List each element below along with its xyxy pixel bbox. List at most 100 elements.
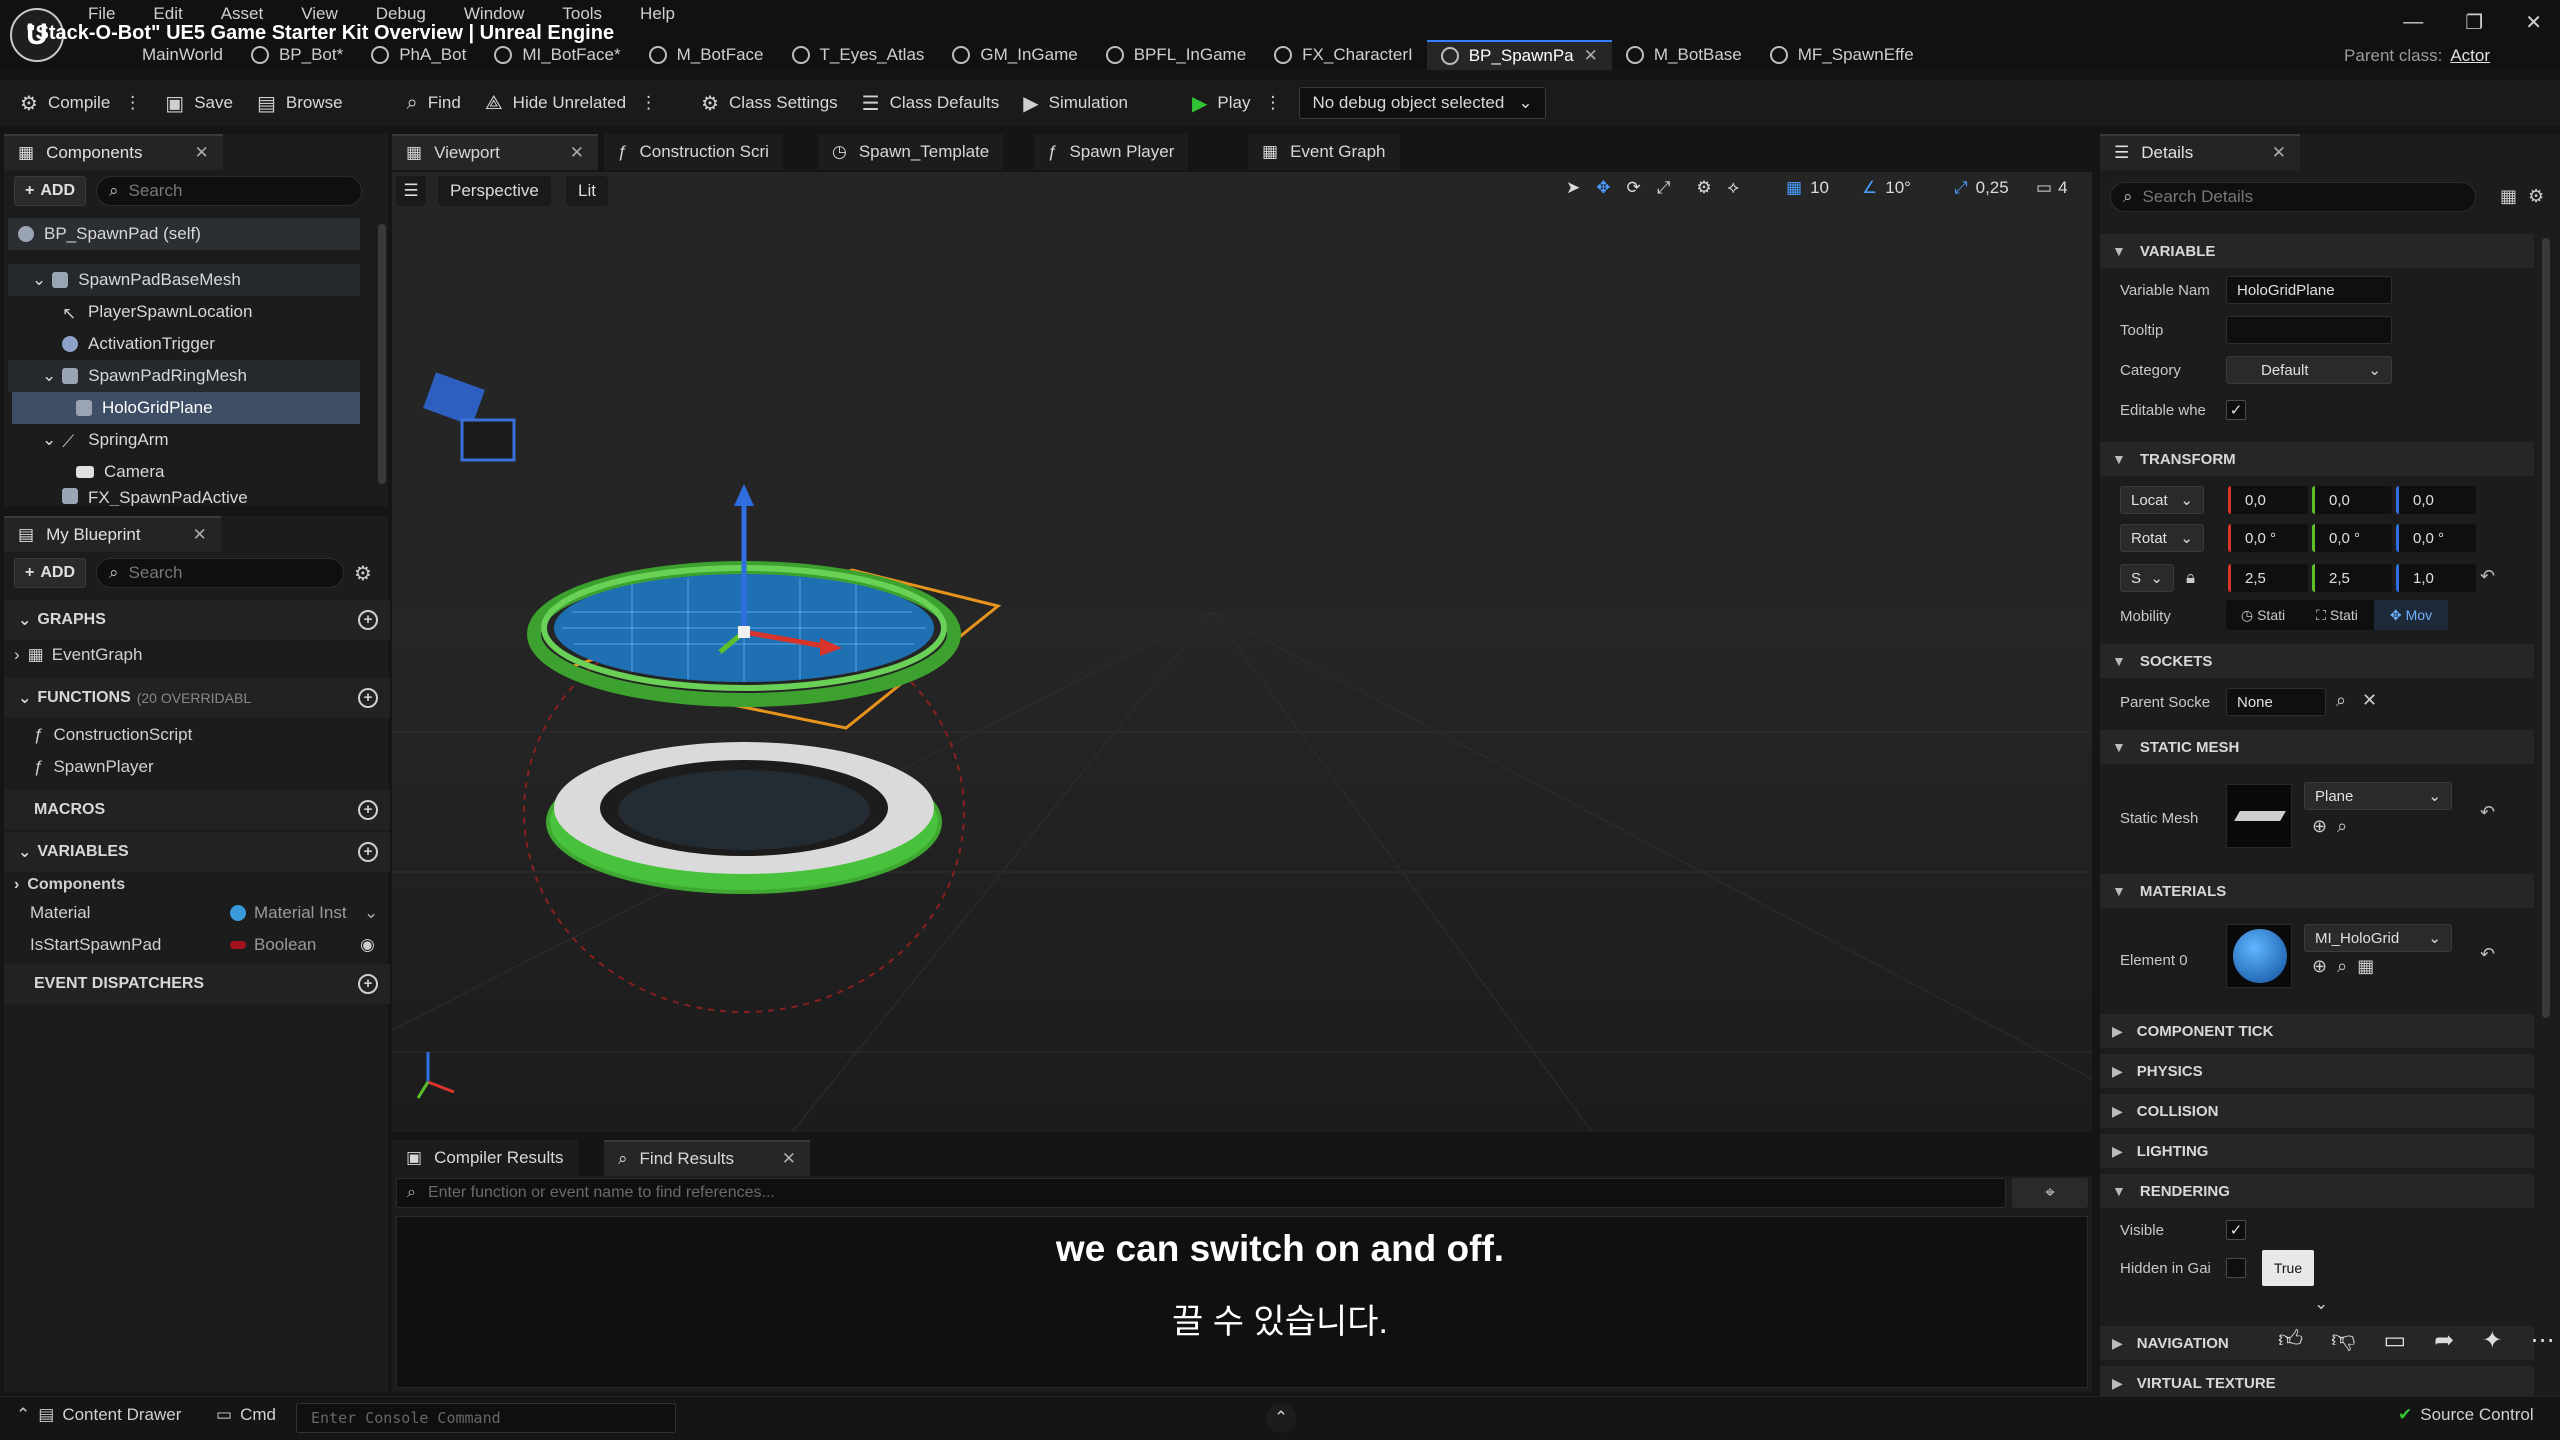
tab-viewport[interactable]: ▦ Viewport ✕	[392, 134, 598, 170]
lighting-section[interactable]: ▶ LIGHTING	[2100, 1134, 2534, 1168]
add-function-icon[interactable]: +	[358, 688, 378, 708]
camera-speed-button[interactable]: ▭ 4	[2036, 178, 2068, 198]
menu-view[interactable]: View	[301, 4, 338, 24]
doc-tab-mf-spawneffect[interactable]: MF_SpawnEffe	[1756, 40, 1928, 70]
doc-tab-t-eyes-atlas[interactable]: T_Eyes_Atlas	[778, 40, 939, 70]
lit-mode-button[interactable]: Lit	[566, 176, 608, 206]
rotation-z-field[interactable]: 0,0 °	[2396, 524, 2476, 552]
close-window-icon[interactable]: ✕	[2525, 10, 2542, 35]
translate-mode-icon[interactable]: ✥	[1596, 178, 1610, 198]
add-component-button[interactable]: + ADD	[14, 176, 87, 206]
expand-icon[interactable]: ⌄	[32, 270, 46, 290]
tooltip-field[interactable]	[2226, 316, 2392, 344]
select-mode-icon[interactable]: ➤	[1566, 178, 1580, 198]
static-mesh-thumbnail[interactable]	[2226, 784, 2292, 848]
browse-asset-icon[interactable]: ⌕	[2337, 956, 2347, 977]
variable-category-components[interactable]: › Components	[14, 870, 125, 900]
gear-icon[interactable]: ⚙	[2528, 186, 2544, 207]
parent-class-link[interactable]: Actor	[2450, 46, 2490, 65]
more-options-icon[interactable]: ⋯	[2530, 1326, 2554, 1355]
comment-icon[interactable]: ▭	[2383, 1326, 2406, 1355]
physics-section[interactable]: ▶ PHYSICS	[2100, 1054, 2534, 1088]
parent-socket-field[interactable]: None	[2226, 688, 2326, 716]
lock-icon[interactable]: 🔒︎	[2186, 568, 2195, 588]
materials-section[interactable]: ▼ MATERIALS	[2100, 874, 2534, 908]
share-icon[interactable]: ➦	[2434, 1326, 2454, 1355]
minimize-icon[interactable]: —	[2403, 11, 2423, 34]
rotation-mode-dropdown[interactable]: Rotat ⌄	[2120, 524, 2204, 552]
reset-to-default-icon[interactable]: ↶	[2480, 944, 2495, 965]
component-hologridplane[interactable]: HoloGridPlane	[12, 392, 360, 424]
tab-event-graph[interactable]: ▦ Event Graph	[1248, 134, 1400, 170]
menu-debug[interactable]: Debug	[376, 4, 426, 24]
close-icon[interactable]: ✕	[193, 525, 207, 545]
mobility-stationary-option[interactable]: ⛶ Stati	[2300, 600, 2374, 630]
use-selected-icon[interactable]: ⊕	[2312, 956, 2327, 977]
browse-button[interactable]: ▤ Browse	[245, 80, 355, 126]
menu-edit[interactable]: Edit	[153, 4, 182, 24]
material-slots-icon[interactable]: ▦	[2357, 956, 2374, 977]
category-dropdown[interactable]: Default ⌄	[2226, 356, 2392, 384]
sockets-section[interactable]: ▼ SOCKETS	[2100, 644, 2534, 678]
details-tab[interactable]: ☰ Details ✕	[2100, 134, 2300, 170]
component-spawnpadringmesh[interactable]: ⌄ SpawnPadRingMesh	[8, 360, 360, 392]
rotation-x-field[interactable]: 0,0 °	[2228, 524, 2308, 552]
transform-section[interactable]: ▼ TRANSFORM	[2100, 442, 2534, 476]
graphs-section[interactable]: ⌄ GRAPHS +	[4, 600, 390, 640]
close-icon[interactable]: ✕	[2272, 143, 2286, 163]
variable-isstartspawnpad[interactable]: IsStartSpawnPad Boolean ◉	[30, 930, 388, 960]
scale-snap-toggle[interactable]: ⤢ 0,25	[1954, 178, 2009, 198]
components-search-input[interactable]: ⌕ Search	[96, 176, 363, 206]
editable-checkbox[interactable]: ✓	[2226, 400, 2246, 420]
console-command-input[interactable]: Enter Console Command	[296, 1403, 676, 1433]
close-icon[interactable]: ✕	[570, 143, 584, 163]
add-member-button[interactable]: + ADD	[14, 558, 87, 588]
location-z-field[interactable]: 0,0	[2396, 486, 2476, 514]
component-tick-section[interactable]: ▶ COMPONENT TICK	[2100, 1014, 2534, 1048]
compile-button[interactable]: ⚙ Compile ⋮	[8, 80, 153, 126]
mobility-movable-option[interactable]: ✥ Mov	[2374, 600, 2448, 630]
class-settings-button[interactable]: ⚙ Class Settings	[689, 80, 850, 126]
static-mesh-dropdown[interactable]: Plane ⌄	[2304, 782, 2452, 810]
clear-icon[interactable]: ✕	[2362, 690, 2377, 711]
scale-mode-icon[interactable]: ⤢	[1657, 178, 1671, 198]
maximize-icon[interactable]: ❐	[2465, 10, 2483, 35]
doc-tab-fx-character[interactable]: FX_CharacterI	[1260, 40, 1427, 70]
menu-asset[interactable]: Asset	[221, 4, 264, 24]
tab-construction-script[interactable]: ƒ Construction Scri	[604, 134, 783, 170]
add-variable-icon[interactable]: +	[358, 842, 378, 862]
component-camera[interactable]: Camera	[8, 456, 360, 488]
find-button[interactable]: ⌕ Find	[395, 80, 473, 126]
details-search-input[interactable]: ⌕ Search Details	[2110, 182, 2476, 212]
scale-y-field[interactable]: 2,5	[2312, 564, 2392, 592]
camera-component-icon[interactable]	[423, 372, 516, 462]
component-root[interactable]: BP_SpawnPad (self)	[8, 218, 360, 250]
variables-section[interactable]: ⌄ VARIABLES +	[4, 832, 390, 872]
grid-snap-toggle[interactable]: ▦ 10	[1786, 178, 1829, 198]
binoculars-icon[interactable]: ⌖	[2012, 1178, 2088, 1208]
simulation-button[interactable]: ▶ Simulation	[1011, 80, 1140, 126]
gear-icon[interactable]: ⚙	[354, 561, 372, 586]
rotation-snap-toggle[interactable]: ∠ 10°	[1862, 178, 1911, 198]
add-macro-icon[interactable]: +	[358, 800, 378, 820]
menu-tools[interactable]: Tools	[562, 4, 602, 24]
hide-unrelated-button[interactable]: ⟁ Hide Unrelated ⋮	[473, 80, 669, 126]
eye-icon[interactable]: ◉	[360, 935, 375, 955]
tab-spawn-template[interactable]: ◷ Spawn_Template	[818, 134, 1004, 170]
use-selected-icon[interactable]: ⊕	[2312, 816, 2327, 837]
rotate-mode-icon[interactable]: ⟳	[1627, 178, 1641, 198]
scale-z-field[interactable]: 1,0	[2396, 564, 2476, 592]
more-options-icon[interactable]: ⋮	[640, 93, 657, 113]
close-icon[interactable]: ✕	[194, 143, 208, 163]
scale-x-field[interactable]: 2,5	[2228, 564, 2308, 592]
browse-asset-icon[interactable]: ⌕	[2337, 816, 2347, 837]
menu-window[interactable]: Window	[464, 4, 524, 24]
material-dropdown[interactable]: MI_HoloGrid ⌄	[2304, 924, 2452, 952]
doc-tab-bpfl-ingame[interactable]: BPFL_InGame	[1092, 40, 1260, 70]
save-button[interactable]: ▣ Save	[153, 80, 245, 126]
reset-to-default-icon[interactable]: ↶	[2480, 802, 2495, 823]
chevron-down-icon[interactable]: ⌄	[364, 903, 378, 923]
more-options-icon[interactable]: ⋮	[124, 93, 141, 113]
my-blueprint-tab[interactable]: ▤ My Blueprint ✕	[4, 516, 221, 552]
virtual-texture-section[interactable]: ▶ VIRTUAL TEXTURE	[2100, 1366, 2534, 1400]
